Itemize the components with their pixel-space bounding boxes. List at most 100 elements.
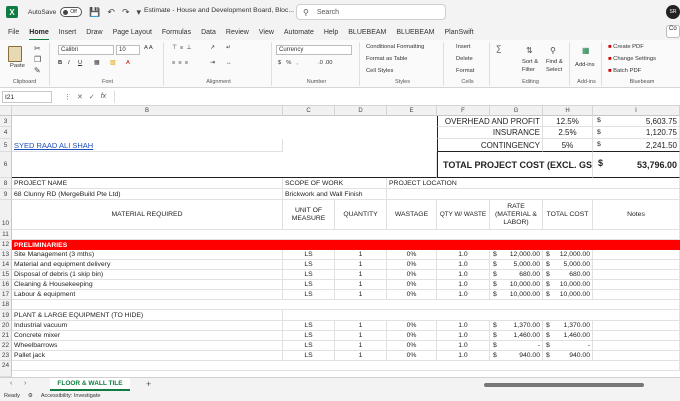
tab-bluebeam-1[interactable]: BLUEBEAM — [348, 27, 386, 38]
blank-cells[interactable] — [283, 310, 680, 321]
total-cell[interactable]: 1,370.00 — [543, 321, 593, 331]
qtyw-cell[interactable]: 1.0 — [437, 260, 490, 270]
row-header[interactable]: 20 — [0, 321, 12, 331]
create-pdf-button[interactable]: ■ Create PDF — [608, 44, 644, 50]
comments-button[interactable]: Co — [666, 25, 680, 38]
format-painter-icon[interactable]: ✎ — [34, 66, 41, 75]
autosum-icon[interactable]: ∑ — [496, 44, 502, 53]
font-size-select[interactable]: 10 — [116, 45, 140, 55]
rate-cell[interactable]: - — [490, 341, 543, 351]
autosave-toggle[interactable]: Off — [60, 7, 83, 17]
total-cell[interactable]: 940.00 — [543, 351, 593, 361]
copy-icon[interactable]: ❐ — [34, 55, 41, 64]
undo-icon[interactable]: ↶ — [107, 7, 115, 18]
unit-cell[interactable]: LS — [283, 331, 335, 341]
waste-cell[interactable]: 0% — [387, 351, 437, 361]
italic-icon[interactable]: I — [68, 60, 70, 66]
total-cell[interactable]: 5,000.00 — [543, 260, 593, 270]
total-cell[interactable]: 10,000.00 — [543, 280, 593, 290]
waste-cell[interactable]: 0% — [387, 270, 437, 280]
tab-draw[interactable]: Draw — [86, 27, 102, 38]
filter-button[interactable]: Filter — [522, 67, 535, 73]
horizontal-scrollbar[interactable] — [484, 383, 644, 387]
tab-view[interactable]: View — [259, 27, 274, 38]
find-select-icon[interactable]: ⚲ — [550, 46, 556, 55]
row-header[interactable]: 13 — [0, 250, 12, 260]
format-cells-button[interactable]: Format — [456, 68, 474, 74]
total-cell[interactable]: 680.00 — [543, 270, 593, 280]
notes-cell[interactable] — [593, 321, 680, 331]
item-cell[interactable]: Material and equipment delivery — [12, 260, 283, 270]
sheet-next-icon[interactable]: › — [24, 380, 26, 387]
tab-home[interactable]: Home — [29, 27, 50, 41]
addins-icon[interactable]: ▦ — [582, 46, 590, 55]
sort-filter-icon[interactable]: ⇅ — [526, 46, 533, 55]
fill-color-icon[interactable]: ▧ — [110, 60, 115, 66]
redo-icon[interactable]: ↷ — [122, 7, 130, 18]
column-header-c[interactable]: C — [283, 106, 335, 116]
row-header[interactable]: 6 — [0, 152, 12, 178]
qtyw-cell[interactable]: 1.0 — [437, 331, 490, 341]
search-input[interactable]: ⚲ Search — [296, 4, 446, 20]
tab-bluebeam-2[interactable]: BLUEBEAM — [396, 27, 434, 38]
borders-icon[interactable]: ▦ — [94, 60, 99, 66]
unit-cell[interactable]: LS — [283, 321, 335, 331]
row-header[interactable]: 24 — [0, 361, 12, 377]
notes-cell[interactable] — [593, 351, 680, 361]
item-cell[interactable]: Cleaning & Housekeeping — [12, 280, 283, 290]
unit-cell[interactable]: LS — [283, 341, 335, 351]
column-header-i[interactable]: I — [593, 106, 680, 116]
rate-cell[interactable]: 10,000.00 — [490, 290, 543, 300]
rate-cell[interactable]: 680.00 — [490, 270, 543, 280]
sheet-prev-icon[interactable]: ‹ — [10, 380, 12, 387]
conditional-formatting-button[interactable]: Conditional Formatting — [366, 44, 424, 50]
column-header-g[interactable]: G — [490, 106, 543, 116]
notes-cell[interactable] — [593, 270, 680, 280]
row-header[interactable]: 8 — [0, 178, 12, 189]
notes-cell[interactable] — [593, 290, 680, 300]
sheet-tab-floor-wall-tile[interactable]: FLOOR & WALL TILE — [50, 378, 130, 391]
decimal-icon[interactable]: .0 .00 — [318, 60, 333, 66]
column-header-h[interactable]: H — [543, 106, 593, 116]
rate-cell[interactable]: 10,000.00 — [490, 280, 543, 290]
qty-cell[interactable]: 1 — [335, 280, 387, 290]
tab-page-layout[interactable]: Page Layout — [113, 27, 152, 38]
item-cell[interactable]: Wheelbarrows — [12, 341, 283, 351]
horizontal-align-icon[interactable]: ≡≡≡ — [172, 60, 191, 66]
row-header[interactable]: 18 — [0, 300, 12, 310]
batch-pdf-button[interactable]: ■ Batch PDF — [608, 68, 641, 74]
addins-button[interactable]: Add-ins — [575, 62, 595, 68]
select-all-corner[interactable] — [0, 106, 12, 116]
change-settings-button[interactable]: ■ Change Settings — [608, 56, 656, 62]
qtyw-cell[interactable]: 1.0 — [437, 270, 490, 280]
qtyw-cell[interactable]: 1.0 — [437, 351, 490, 361]
accounting-format-icon[interactable]: $%, — [278, 60, 303, 66]
tab-file[interactable]: File — [8, 27, 19, 38]
name-box[interactable]: I21 — [2, 90, 52, 103]
find-button[interactable]: Find & — [546, 59, 563, 65]
total-cell[interactable]: 1,460.00 — [543, 331, 593, 341]
rate-cell[interactable]: 12,000.00 — [490, 250, 543, 260]
row-header[interactable]: 17 — [0, 290, 12, 300]
customize-toolbar-icon[interactable]: ▾ — [137, 7, 142, 18]
item-cell[interactable]: Disposal of debris (1 skip bin) — [12, 270, 283, 280]
qty-cell[interactable]: 1 — [335, 331, 387, 341]
rate-cell[interactable]: 5,000.00 — [490, 260, 543, 270]
item-cell[interactable]: Concrete mixer — [12, 331, 283, 341]
tab-review[interactable]: Review — [226, 27, 249, 38]
tab-insert[interactable]: Insert — [59, 27, 77, 38]
formula-input[interactable] — [114, 90, 680, 103]
row-header[interactable]: 4 — [0, 127, 12, 139]
column-header-b[interactable]: B — [12, 106, 283, 116]
blank-row[interactable] — [12, 300, 680, 310]
underline-icon[interactable]: U — [78, 60, 82, 66]
row-header[interactable]: 15 — [0, 270, 12, 280]
qtyw-cell[interactable]: 1.0 — [437, 290, 490, 300]
qty-cell[interactable]: 1 — [335, 270, 387, 280]
unit-cell[interactable]: LS — [283, 280, 335, 290]
total-cell[interactable]: 12,000.00 — [543, 250, 593, 260]
waste-cell[interactable]: 0% — [387, 290, 437, 300]
sort-button[interactable]: Sort & — [522, 59, 538, 65]
location-value[interactable] — [387, 189, 680, 200]
accessibility-status[interactable]: Accessibility: Investigate — [41, 393, 101, 399]
